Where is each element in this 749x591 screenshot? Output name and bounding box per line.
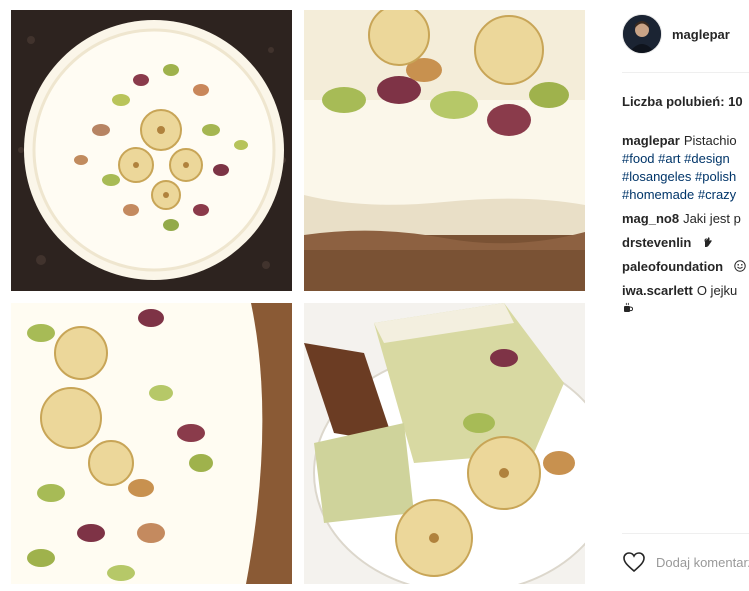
comment-item: paleofoundation <box>622 258 749 276</box>
post-author-username[interactable]: maglepar <box>672 27 730 42</box>
photo-tile-cake-top <box>11 10 292 291</box>
comment-username[interactable]: iwa.scarlett <box>622 283 693 298</box>
avatar[interactable] <box>622 14 662 54</box>
avatar-photo <box>623 15 661 53</box>
cake-top-illustration <box>11 10 292 291</box>
smile-icon <box>734 260 746 272</box>
post-header: maglepar <box>622 14 730 54</box>
comment-username[interactable]: mag_no8 <box>622 211 679 226</box>
add-comment-input[interactable]: Dodaj komentarz... <box>656 555 749 570</box>
caption-hashtags-line-3[interactable]: #homemade #crazy <box>622 186 749 204</box>
caption-hashtags-line-2[interactable]: #losangeles #polish <box>622 168 749 186</box>
post-caption: maglepar Pistachio <box>622 132 749 150</box>
caption-hashtags-line-1[interactable]: #food #art #design <box>622 150 749 168</box>
instagram-post-view: maglepar Liczba polubień: 10 maglepar Pis… <box>0 0 749 591</box>
cake-side-illustration <box>304 10 585 291</box>
photo-tile-cake-side <box>304 10 585 291</box>
ok-hand-icon <box>704 237 712 247</box>
header-divider <box>622 72 749 73</box>
post-photo[interactable] <box>0 0 600 591</box>
caption-username[interactable]: maglepar <box>622 133 680 148</box>
cake-slice-illustration <box>304 303 585 584</box>
comment-item: iwa.scarlett O jejku <box>622 282 749 318</box>
comment-item: drstevenlin <box>622 234 749 252</box>
coffee-icon <box>624 302 634 312</box>
like-heart-icon[interactable] <box>622 550 646 574</box>
comment-text: Jaki jest p <box>683 211 741 226</box>
caption-text: Pistachio <box>683 133 737 148</box>
comment-item: mag_no8 Jaki jest p <box>622 210 749 228</box>
cake-closeup-illustration <box>11 303 292 584</box>
comment-username[interactable]: drstevenlin <box>622 235 691 250</box>
comment-username[interactable]: paleofoundation <box>622 259 723 274</box>
photo-tile-cake-slice <box>304 303 585 584</box>
footer-divider <box>622 533 749 534</box>
photo-tile-cake-closeup <box>11 303 292 584</box>
add-comment-row: Dodaj komentarz... <box>622 548 749 576</box>
comments-section: maglepar Pistachio #food #art #design #lo… <box>622 132 749 318</box>
post-side-panel: maglepar Liczba polubień: 10 maglepar Pis… <box>600 0 749 591</box>
likes-count[interactable]: Liczba polubień: 10 <box>622 94 743 109</box>
comment-text: O jejku <box>696 283 738 298</box>
